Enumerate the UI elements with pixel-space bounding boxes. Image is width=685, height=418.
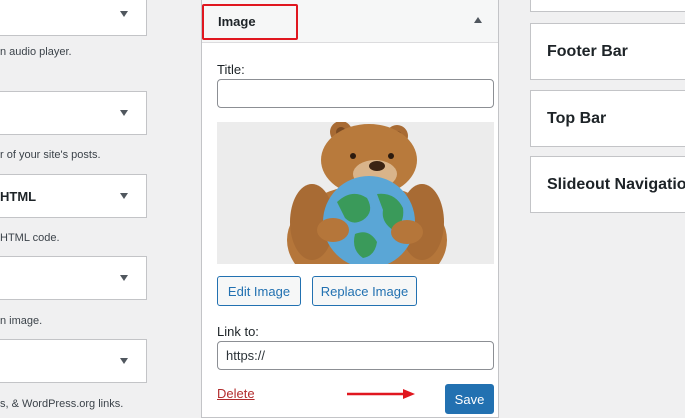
chevron-down-icon[interactable] bbox=[120, 11, 128, 17]
image-preview bbox=[217, 122, 494, 264]
title-input[interactable] bbox=[217, 79, 494, 108]
sidebar-title: Top Bar bbox=[547, 109, 607, 127]
replace-image-button[interactable]: Replace Image bbox=[312, 276, 417, 306]
sidebar-slideout-navigation[interactable]: Slideout Navigation bbox=[530, 156, 685, 213]
sidebar-title: Slideout Navigation bbox=[547, 175, 685, 193]
widget-image[interactable] bbox=[0, 256, 147, 300]
image-widget-header[interactable]: Image bbox=[202, 0, 498, 43]
widget-description: s, & WordPress.org links. bbox=[0, 398, 124, 410]
widget-title: HTML bbox=[0, 188, 37, 204]
widget-html[interactable]: HTML bbox=[0, 174, 147, 218]
image-widget: Image Title: Edit Image Replace Image Li… bbox=[201, 0, 499, 418]
sidebar-title: Footer Bar bbox=[547, 42, 628, 60]
chevron-down-icon[interactable] bbox=[120, 358, 128, 364]
edit-image-button[interactable]: Edit Image bbox=[217, 276, 301, 306]
arrow-annotation-icon bbox=[347, 389, 415, 399]
widget-posts[interactable] bbox=[0, 91, 147, 135]
chevron-up-icon[interactable] bbox=[474, 17, 482, 23]
title-label: Title: bbox=[217, 62, 245, 77]
widget-description: n audio player. bbox=[0, 46, 72, 58]
widget-description: HTML code. bbox=[0, 232, 60, 244]
widget-description: r of your site's posts. bbox=[0, 149, 101, 161]
widget-description: n image. bbox=[0, 315, 43, 327]
sidebar-top-bar[interactable]: Top Bar bbox=[530, 90, 685, 147]
link-input[interactable] bbox=[217, 341, 494, 370]
sidebar-area-main: Image Title: Edit Image Replace Image Li… bbox=[191, 0, 511, 418]
chevron-down-icon[interactable] bbox=[120, 275, 128, 281]
sidebar-footer-bar[interactable]: Footer Bar bbox=[530, 23, 685, 80]
chevron-down-icon[interactable] bbox=[120, 193, 128, 199]
chevron-down-icon[interactable] bbox=[120, 110, 128, 116]
delete-link[interactable]: Delete bbox=[217, 386, 255, 401]
bear-globe-image bbox=[217, 122, 494, 264]
save-button[interactable]: Save bbox=[445, 384, 494, 414]
sidebar-area-top-stub bbox=[530, 0, 685, 12]
widget-audio[interactable] bbox=[0, 0, 147, 36]
other-sidebars: Footer Bar Top Bar Slideout Navigation bbox=[530, 0, 685, 418]
available-widgets: n audio player. r of your site's posts. … bbox=[0, 0, 160, 418]
link-label: Link to: bbox=[217, 324, 259, 339]
highlight-annotation bbox=[202, 4, 298, 40]
widget-meta[interactable] bbox=[0, 339, 147, 383]
